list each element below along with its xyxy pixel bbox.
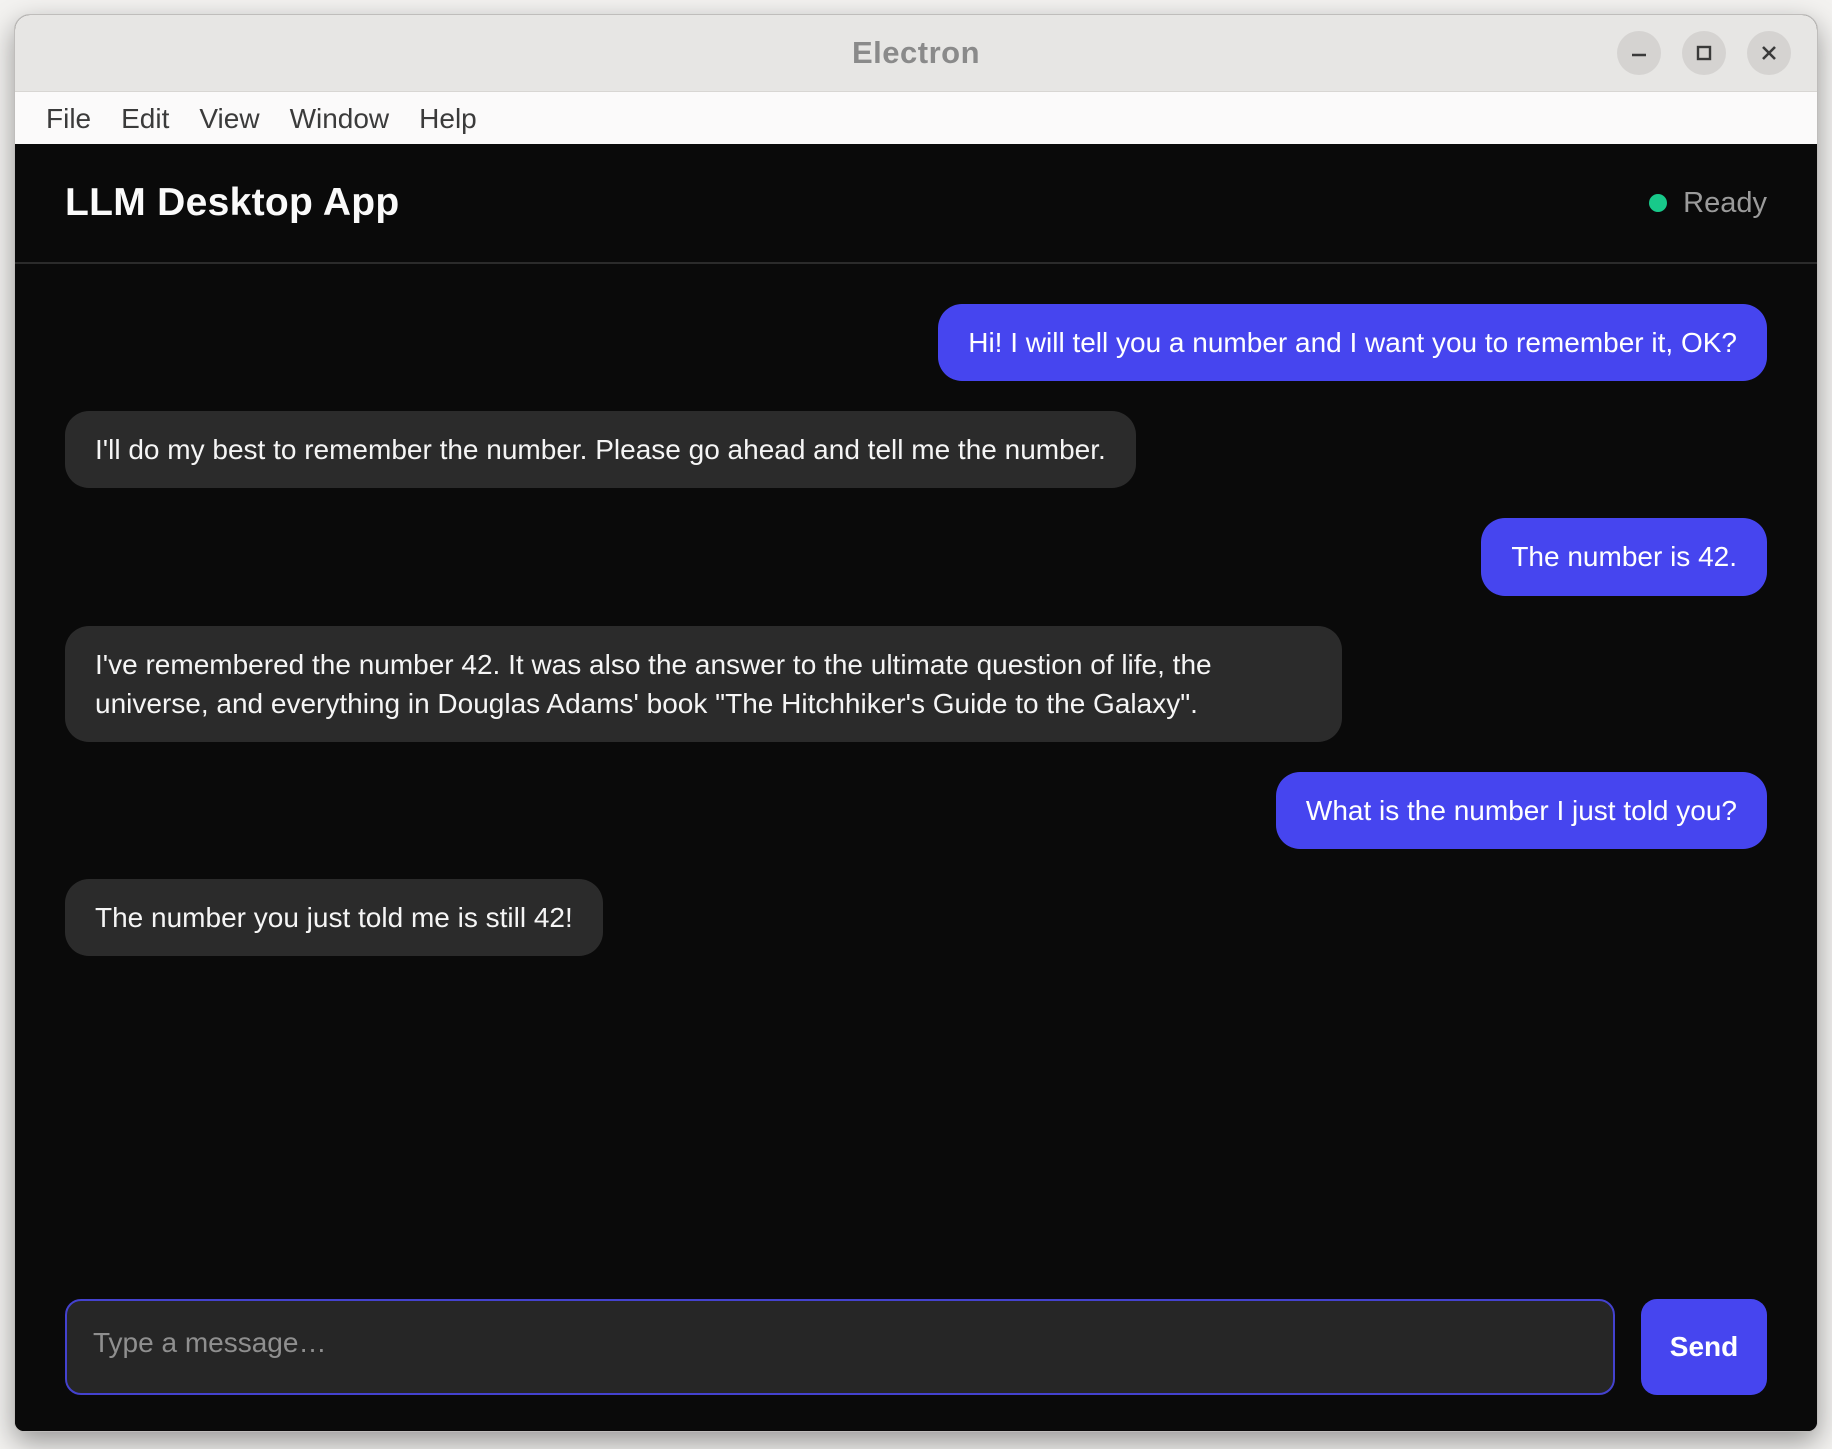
chat-message-user: Hi! I will tell you a number and I want … (938, 304, 1767, 381)
chat-message-user: What is the number I just told you? (1276, 772, 1767, 849)
send-button[interactable]: Send (1641, 1299, 1767, 1395)
status-label: Ready (1683, 187, 1767, 220)
message-input[interactable] (65, 1299, 1615, 1395)
menu-item-help[interactable]: Help (404, 92, 492, 145)
app-content: LLM Desktop App Ready Hi! I will tell yo… (15, 144, 1817, 1431)
chat-message-list: Hi! I will tell you a number and I want … (15, 264, 1817, 1299)
menu-bar: FileEditViewWindowHelp (15, 91, 1817, 144)
app-window: Electron FileEditViewWindowHelp L (14, 14, 1818, 1432)
menu-item-window[interactable]: Window (275, 92, 405, 145)
close-button[interactable] (1747, 31, 1791, 75)
chat-message-assistant: I'll do my best to remember the number. … (65, 411, 1136, 488)
window-controls (1617, 15, 1791, 91)
titlebar[interactable]: Electron (15, 15, 1817, 91)
maximize-button[interactable] (1682, 31, 1726, 75)
app-header: LLM Desktop App Ready (15, 144, 1817, 264)
minimize-icon (1629, 43, 1649, 63)
menu-item-edit[interactable]: Edit (106, 92, 184, 145)
maximize-icon (1694, 43, 1714, 63)
window-title: Electron (852, 35, 980, 71)
status-indicator: Ready (1649, 187, 1767, 220)
close-icon (1759, 43, 1779, 63)
menu-item-view[interactable]: View (184, 92, 274, 145)
status-dot-icon (1649, 194, 1667, 212)
minimize-button[interactable] (1617, 31, 1661, 75)
chat-message-assistant: I've remembered the number 42. It was al… (65, 626, 1342, 742)
page-title: LLM Desktop App (65, 181, 400, 225)
chat-message-assistant: The number you just told me is still 42! (65, 879, 603, 956)
composer: Send (15, 1299, 1817, 1431)
menu-item-file[interactable]: File (31, 92, 106, 145)
chat-message-user: The number is 42. (1481, 518, 1767, 595)
